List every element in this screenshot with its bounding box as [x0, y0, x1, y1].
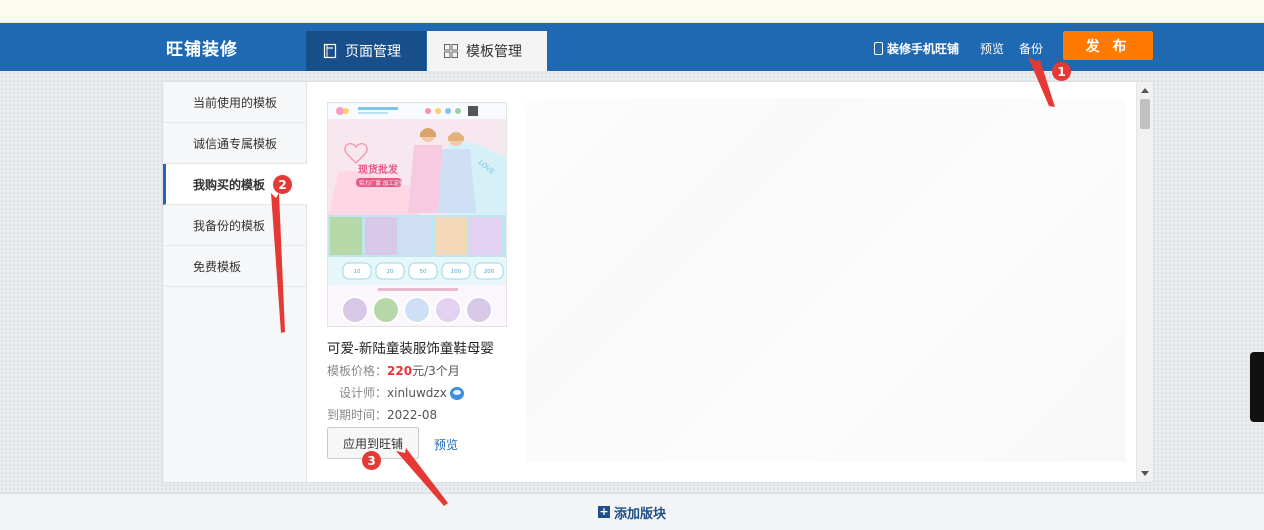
template-list: 现货批发 实力厂家 加工定制 LOVE 10 20 50 100 200 可爱-… [308, 82, 1136, 482]
template-card: 现货批发 实力厂家 加工定制 LOVE 10 20 50 100 200 可爱-… [327, 102, 507, 459]
tab-page-management[interactable]: 页面管理 [306, 31, 426, 71]
decorate-mobile-shop-label: 装修手机旺铺 [887, 42, 960, 56]
designer-row: 设计师： xinluwdzx [327, 385, 507, 401]
coupon-value-5: 200 [484, 269, 495, 275]
expiry-value: 2022-08 [387, 408, 438, 422]
annotation-marker-1: 1 [1052, 62, 1071, 81]
bottom-toolbar: + 添加版块 [0, 493, 1264, 530]
annotation-marker-3: 3 [362, 451, 381, 470]
template-thumbnail[interactable]: 现货批发 实力厂家 加工定制 LOVE 10 20 50 100 200 [327, 102, 507, 327]
price-value: 220 [387, 364, 413, 378]
decorate-mobile-shop-link[interactable]: 装修手机旺铺 [874, 40, 959, 57]
header-preview-link[interactable]: 预览 [980, 40, 1004, 57]
template-sidebar: 当前使用的模板 诚信通专属模板 我购买的模板 我备份的模板 免费模板 [163, 82, 307, 482]
sidebar-item-backup-template[interactable]: 我备份的模板 [163, 205, 306, 246]
publish-button[interactable]: 发 布 [1063, 31, 1153, 60]
designer-value: xinluwdzx [387, 386, 447, 400]
coupon-value-4: 100 [451, 269, 462, 275]
annotation-marker-2: 2 [273, 175, 292, 194]
coupon-value-1: 10 [354, 269, 361, 275]
sidebar-item-current-template[interactable]: 当前使用的模板 [163, 82, 306, 123]
coupon-value-3: 50 [420, 269, 427, 275]
brand-title: 旺铺装修 [166, 40, 238, 60]
sidebar-item-cxt-exclusive-template[interactable]: 诚信通专属模板 [163, 123, 306, 164]
page-icon [323, 43, 337, 59]
grid-icon [444, 44, 458, 58]
faded-background-placeholder [526, 98, 1126, 462]
sidebar-item-free-template[interactable]: 免费模板 [163, 246, 306, 287]
top-navigation-bar: 旺铺装修 页面管理 模板管理 装修手机旺铺 预览 备份 发 布 [0, 23, 1264, 71]
expiry-label: 到期时间： [327, 408, 388, 422]
side-floating-widget[interactable] [1250, 352, 1264, 422]
tab-page-management-label: 页面管理 [345, 44, 401, 60]
template-preview-link[interactable]: 预览 [434, 436, 458, 453]
template-title: 可爱-新陆童装服饰童鞋母婴 [327, 341, 494, 357]
header-backup-link[interactable]: 备份 [1019, 40, 1043, 57]
banner-big-text: 现货批发 [358, 163, 399, 176]
scroll-up-arrow-icon[interactable] [1141, 88, 1149, 93]
add-block-label: 添加版块 [613, 506, 666, 522]
scroll-down-arrow-icon[interactable] [1141, 471, 1149, 476]
scroll-thumb[interactable] [1140, 99, 1150, 129]
vertical-scrollbar[interactable] [1136, 82, 1153, 482]
template-price-row: 模板价格：220元/3个月 [327, 363, 507, 379]
banner-small-text: 实力厂家 加工定制 [359, 179, 405, 187]
template-preview-image: 现货批发 实力厂家 加工定制 LOVE 10 20 50 100 200 [328, 103, 506, 326]
tab-template-management-label: 模板管理 [466, 44, 522, 60]
wangwang-chat-icon[interactable] [449, 386, 464, 400]
template-meta: 模板价格：220元/3个月 设计师： xinluwdzx 到期时间：2022-08 [327, 363, 507, 423]
tab-template-management[interactable]: 模板管理 [427, 31, 547, 71]
plus-icon: + [597, 505, 610, 518]
add-block-button[interactable]: + 添加版块 [597, 503, 666, 522]
price-unit: 元/3个月 [412, 364, 460, 378]
coupon-value-2: 20 [387, 269, 394, 275]
expiry-row: 到期时间：2022-08 [327, 407, 507, 423]
mobile-phone-icon [874, 42, 883, 55]
template-panel: 当前使用的模板 诚信通专属模板 我购买的模板 我备份的模板 免费模板 现货批发 … [162, 81, 1154, 483]
notice-bar [0, 0, 1264, 23]
price-label: 模板价格： [327, 364, 388, 378]
designer-label: 设计师： [339, 386, 388, 400]
